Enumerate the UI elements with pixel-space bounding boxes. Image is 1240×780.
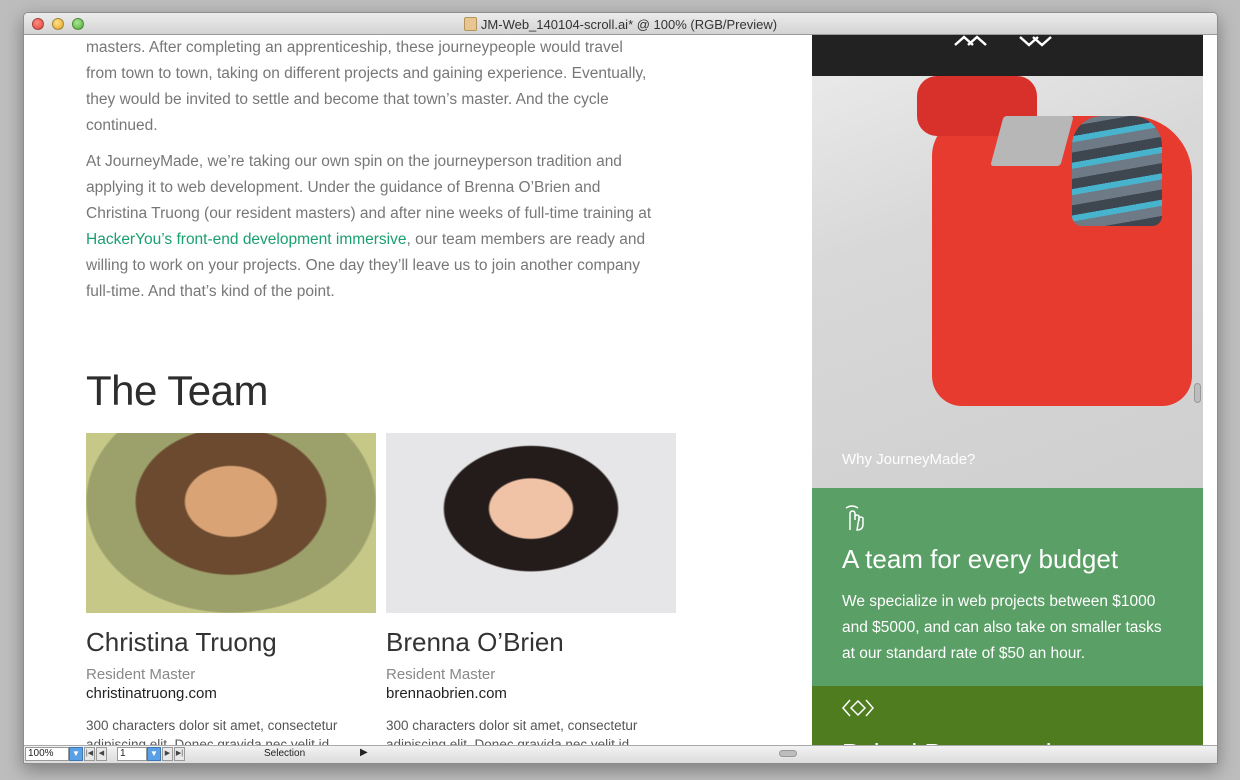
member-photo: [386, 433, 676, 613]
member-website-link[interactable]: christinatruong.com: [86, 685, 376, 702]
status-bar: 100% ▼ |◀ ◀ 1 ▼ ▶ ▶| Selection ▶: [24, 745, 1217, 763]
member-bio: 300 characters dolor sit amet, consectet…: [386, 718, 638, 747]
diamond-code-icon: [842, 698, 1173, 728]
artboard-canvas[interactable]: masters. After completing an apprentices…: [24, 35, 1204, 747]
next-page-button[interactable]: ▶: [162, 747, 173, 761]
member-name: Christina Truong: [86, 627, 277, 657]
budget-panel: A team for every budget We specialize in…: [812, 488, 1203, 686]
sidebar-photo: Why JourneyMade?: [812, 76, 1203, 488]
article-paragraph-2: At JourneyMade, we’re taking our own spi…: [86, 149, 656, 305]
team-member-card: Christina Truong Resident Master christi…: [86, 433, 376, 747]
member-website-link[interactable]: brennaobrien.com: [386, 685, 676, 702]
person-shape: [1072, 116, 1162, 226]
current-tool-label: Selection: [264, 748, 306, 759]
window-title: JM-Web_140104-scroll.ai* @ 100% (RGB/Pre…: [480, 17, 778, 32]
member-photo: [86, 433, 376, 613]
zoom-field[interactable]: 100%: [25, 747, 69, 761]
first-page-button[interactable]: |◀: [84, 747, 95, 761]
page-dropdown-button[interactable]: ▼: [147, 747, 161, 761]
status-menu-arrow-icon[interactable]: ▶: [360, 747, 368, 758]
sidebar: Why JourneyMade? A team for every budget…: [812, 35, 1203, 747]
hand-pointer-icon: [842, 504, 1173, 534]
app-window: JM-Web_140104-scroll.ai* @ 100% (RGB/Pre…: [23, 12, 1218, 764]
window-title-wrap: JM-Web_140104-scroll.ai* @ 100% (RGB/Pre…: [24, 17, 1217, 32]
budget-heading: A team for every budget: [842, 544, 1119, 574]
member-role: Resident Master: [386, 666, 496, 683]
horizontal-scrollbar-thumb[interactable]: [779, 750, 797, 757]
article-text: masters. After completing an apprentices…: [86, 35, 656, 315]
chevron-arrows-icon: [954, 35, 1052, 47]
zoom-dropdown-button[interactable]: ▼: [69, 747, 83, 761]
hackeryou-link[interactable]: HackerYou’s front-end development immers…: [86, 231, 407, 248]
team-member-card: Brenna O’Brien Resident Master brennaobr…: [386, 433, 676, 747]
last-page-button[interactable]: ▶|: [174, 747, 185, 761]
article-paragraph-1: masters. After completing an apprentices…: [86, 39, 647, 134]
member-name: Brenna O’Brien: [386, 627, 564, 657]
previous-page-button[interactable]: ◀: [96, 747, 107, 761]
sidebar-top-bar: [812, 35, 1203, 76]
title-bar: JM-Web_140104-scroll.ai* @ 100% (RGB/Pre…: [24, 13, 1217, 35]
laptop-shape: [990, 116, 1074, 166]
page-field[interactable]: 1: [117, 747, 147, 761]
article-paragraph-2-start: At JourneyMade, we’re taking our own spi…: [86, 153, 652, 222]
photo-caption[interactable]: Why JourneyMade?: [842, 451, 975, 468]
team-heading: The Team: [86, 367, 269, 414]
pairing-panel: Paired Programming: [812, 686, 1203, 747]
member-bio: 300 characters dolor sit amet, consectet…: [86, 718, 338, 747]
vertical-scrollbar-thumb[interactable]: [1194, 383, 1201, 403]
budget-text: We specialize in web projects between $1…: [842, 593, 1162, 662]
member-role: Resident Master: [86, 666, 196, 683]
document-icon: [463, 17, 477, 31]
